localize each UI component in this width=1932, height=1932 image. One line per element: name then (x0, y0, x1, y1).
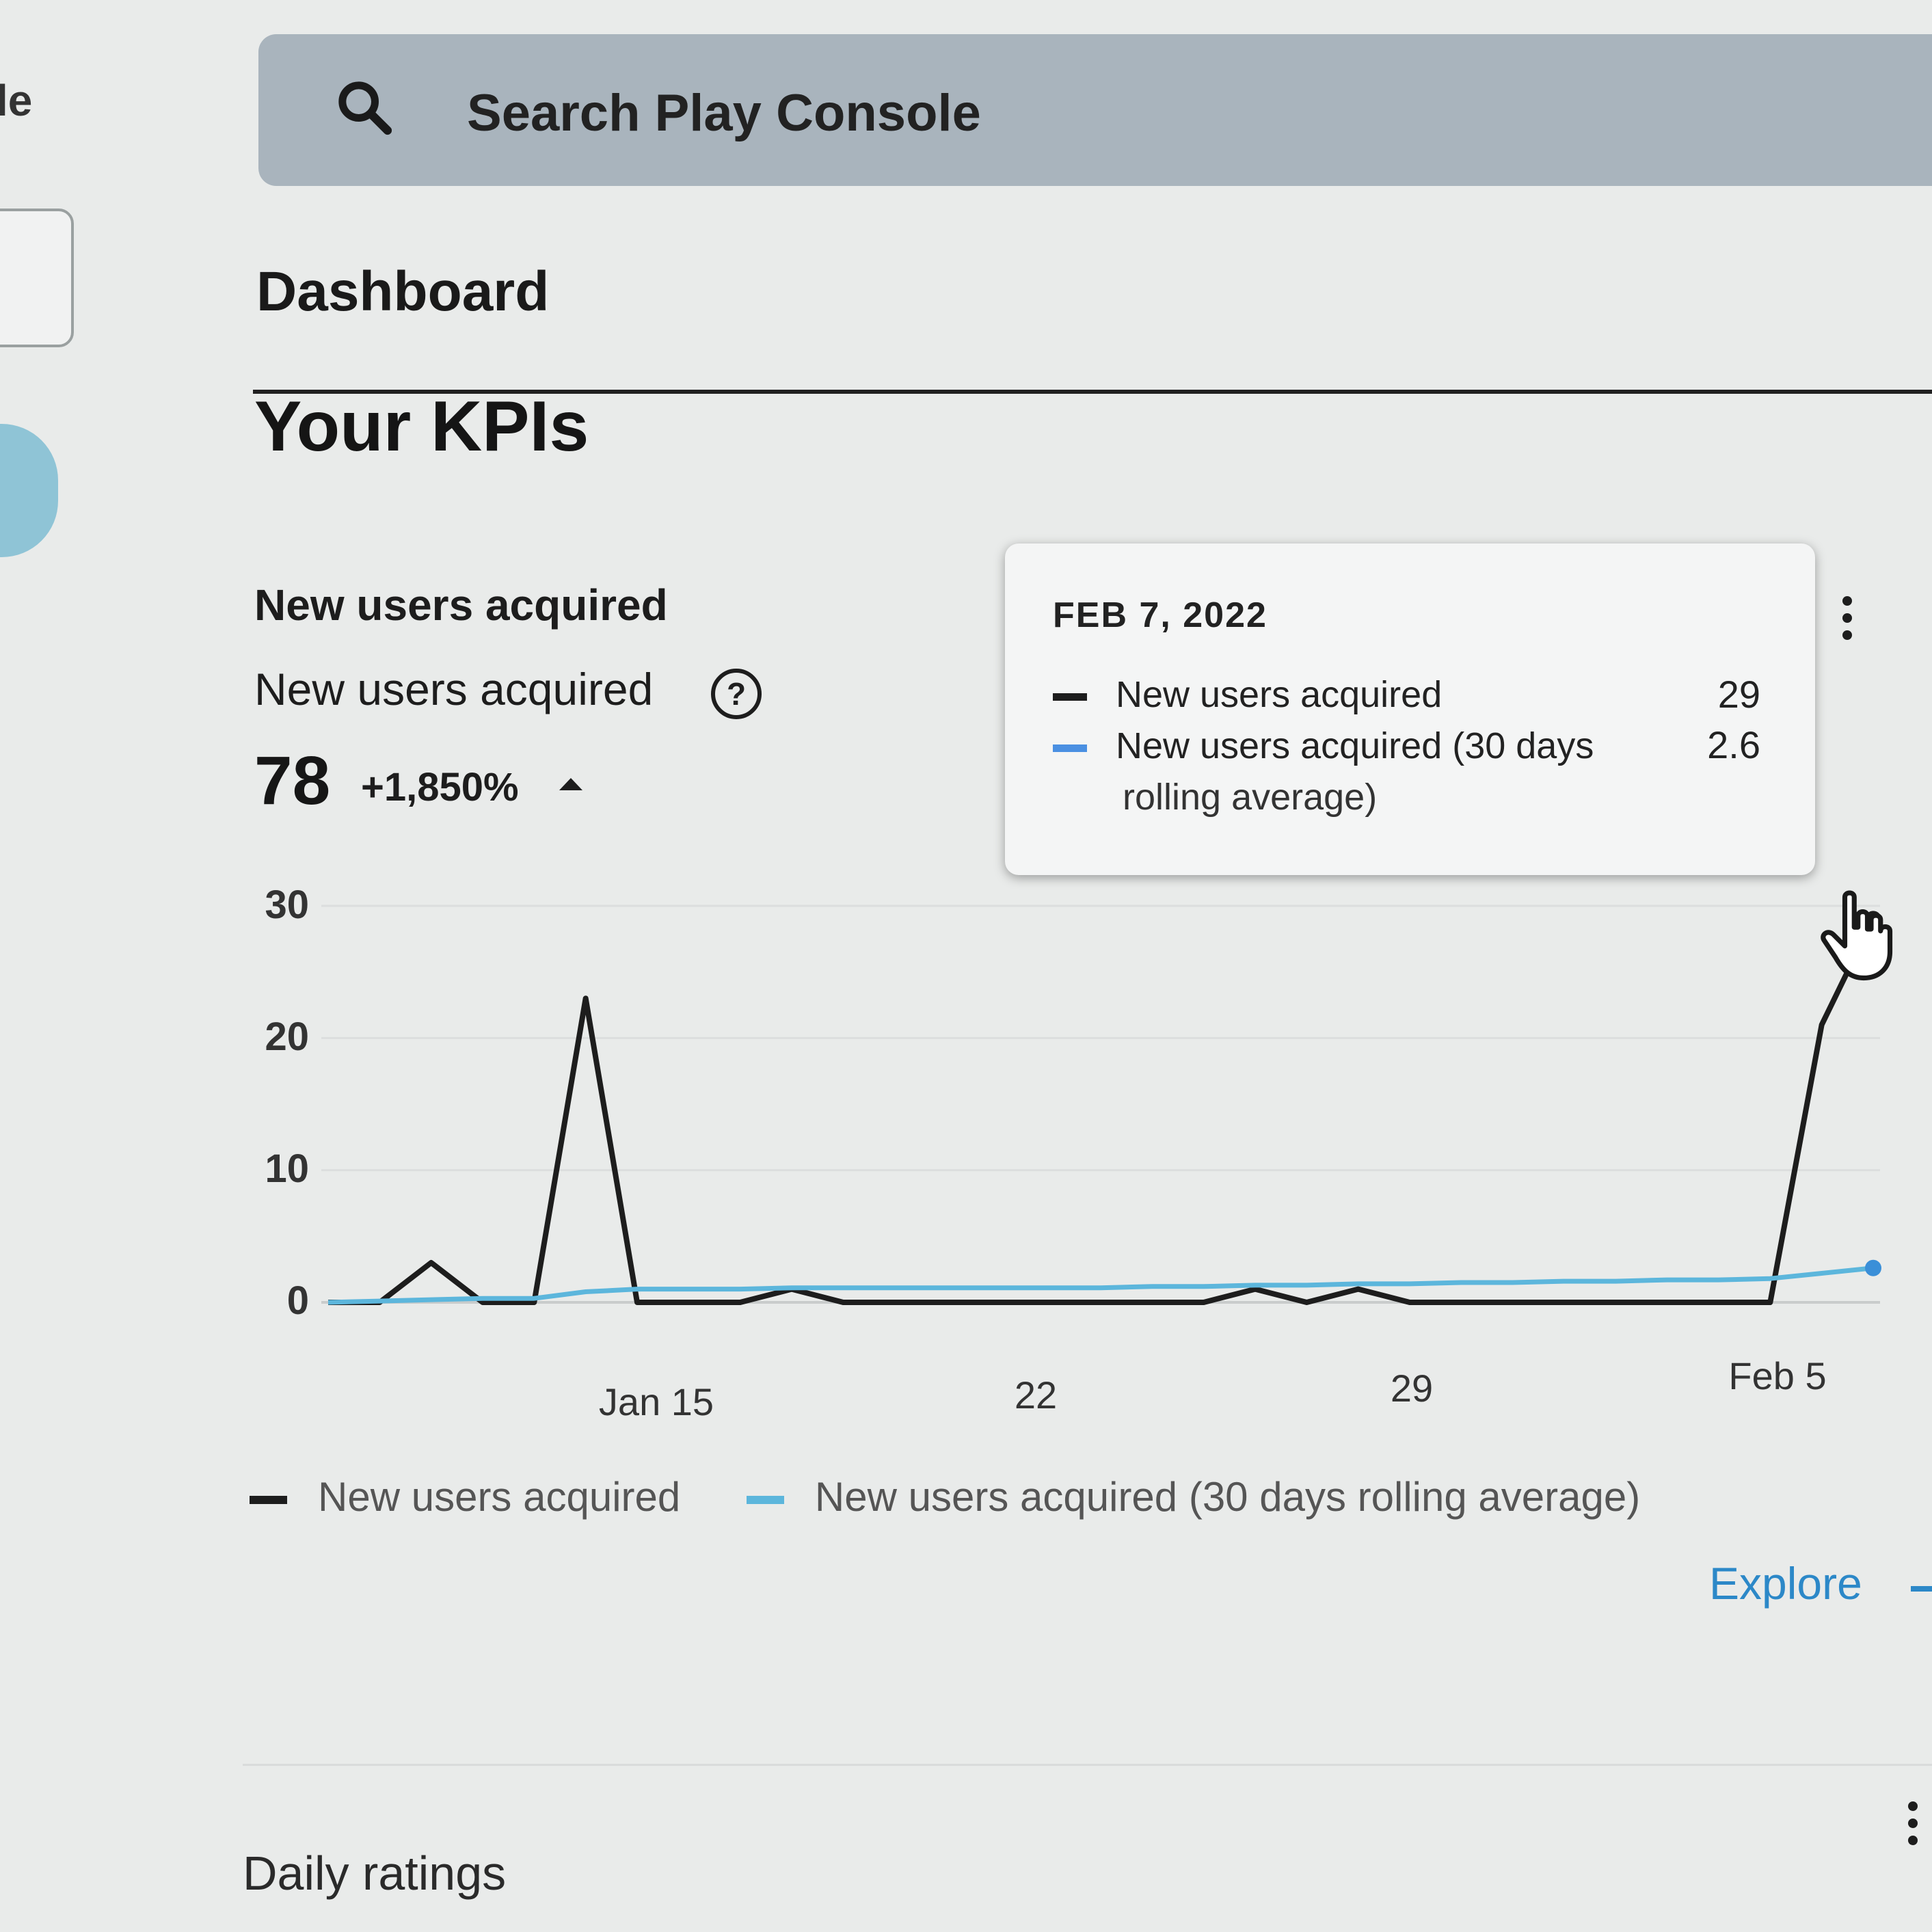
x-tick: Jan 15 (598, 1380, 714, 1423)
legend-label: New users acquired (318, 1474, 681, 1520)
legend-swatch (1053, 744, 1087, 753)
tooltip-row: New users acquired (1053, 673, 1442, 716)
explore-arrow-icon (1911, 1586, 1932, 1592)
tooltip-label: New users acquired (30 days (1116, 725, 1594, 766)
x-tick: 22 (1014, 1373, 1058, 1417)
y-tick: 10 (265, 1146, 309, 1191)
hand-cursor-icon (1821, 890, 1893, 981)
legend-label: New users acquired (30 days rolling aver… (814, 1474, 1641, 1520)
legend-swatch (250, 1496, 287, 1505)
series-line (327, 1265, 1874, 1305)
y-tick: 0 (286, 1278, 309, 1323)
tooltip-label-cont: rolling average) (1123, 777, 1378, 818)
data-point[interactable] (1865, 1259, 1881, 1276)
tooltip-row: New users acquired (30 days (1053, 725, 1594, 767)
legend-swatch (1053, 693, 1087, 701)
y-tick: 20 (265, 1015, 309, 1059)
chart-legend: New users acquired New users acquired (3… (250, 1473, 1695, 1520)
legend-item[interactable]: New users acquired (250, 1473, 680, 1520)
tooltip-date: FEB 7, 2022 (1053, 595, 1267, 635)
y-tick: 30 (265, 883, 309, 927)
tooltip-value: 29 (1717, 673, 1760, 716)
chart-tooltip: FEB 7, 2022 New users acquired 29 New us… (1005, 544, 1815, 875)
x-tick: Feb 5 (1728, 1354, 1827, 1397)
card-divider (243, 1764, 1932, 1766)
line-chart (321, 904, 1881, 1305)
daily-ratings-title: Daily ratings (243, 1847, 507, 1900)
series-line (328, 917, 1876, 1305)
tooltip-value: 2.6 (1707, 723, 1760, 766)
x-tick: 29 (1390, 1367, 1434, 1410)
legend-item[interactable]: New users acquired (30 days rolling aver… (746, 1473, 1641, 1520)
tooltip-label: New users acquired (1116, 674, 1443, 715)
explore-link[interactable]: Explore (1709, 1557, 1862, 1609)
more-options-icon[interactable] (1906, 1801, 1920, 1853)
legend-swatch (746, 1496, 784, 1505)
